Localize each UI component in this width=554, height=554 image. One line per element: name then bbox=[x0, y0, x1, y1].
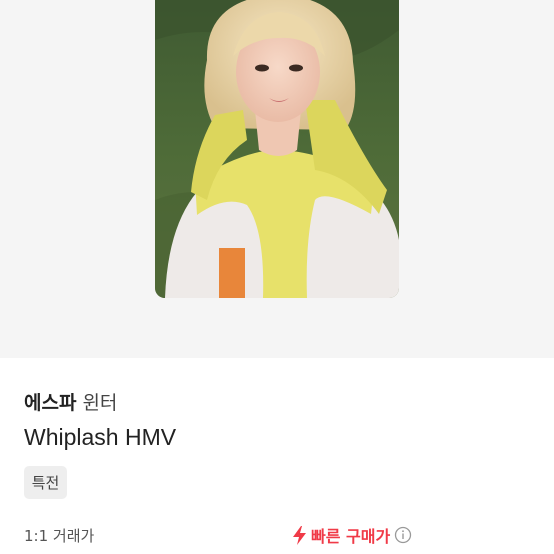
member-name[interactable]: 윈터 bbox=[82, 392, 117, 414]
product-title: Whiplash HMV bbox=[24, 424, 177, 450]
photocard-image[interactable] bbox=[155, 0, 399, 298]
artist-row: 에스파 윈터 bbox=[24, 388, 117, 415]
quick-buy-price[interactable]: 빠른 구매가 bbox=[292, 523, 412, 547]
quick-buy-label: 빠른 구매가 bbox=[311, 527, 391, 546]
trade-price-label: 1:1 거래가 bbox=[24, 527, 95, 545]
product-image-area[interactable] bbox=[0, 0, 554, 358]
info-circle-icon[interactable] bbox=[394, 526, 412, 544]
lightning-bolt-icon bbox=[292, 525, 307, 545]
product-info-section: 에스파 윈터 Whiplash HMV 특전 1:1 거래가 빠른 구매가 bbox=[0, 358, 554, 554]
tag-chip[interactable]: 특전 bbox=[24, 466, 67, 499]
group-name[interactable]: 에스파 bbox=[24, 392, 76, 414]
photocard-illustration bbox=[155, 0, 399, 298]
product-detail-page: 에스파 윈터 Whiplash HMV 특전 1:1 거래가 빠른 구매가 bbox=[0, 0, 554, 554]
